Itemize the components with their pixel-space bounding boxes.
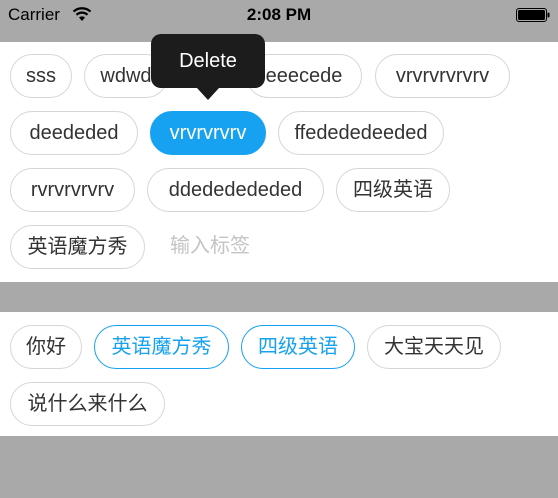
tag-sss[interactable]: sss bbox=[10, 54, 72, 98]
tag-vrvrvrvrvrv[interactable]: vrvrvrvrvrv bbox=[375, 54, 510, 98]
tag-input[interactable] bbox=[170, 224, 370, 268]
battery-icon bbox=[516, 8, 550, 22]
suggested-tag-shuo-shenme[interactable]: 说什么来什么 bbox=[10, 382, 165, 426]
tag-deededed[interactable]: deededed bbox=[10, 111, 138, 155]
suggested-tag-nihao[interactable]: 你好 bbox=[10, 325, 82, 369]
tag-editor-panel: sss wdwd eeecede vrvrvrvrvrv deededed vr… bbox=[0, 42, 558, 282]
tag-yingyu-mofangxiu[interactable]: 英语魔方秀 bbox=[10, 225, 145, 269]
suggested-tag-yingyu-mofangxiu[interactable]: 英语魔方秀 bbox=[94, 325, 229, 369]
status-bar: Carrier 2:08 PM bbox=[0, 0, 558, 32]
tooltip-arrow bbox=[197, 88, 219, 100]
tag-rvrvrvrvrv[interactable]: rvrvrvrvrv bbox=[10, 168, 135, 212]
tag-siji-yingyu[interactable]: 四级英语 bbox=[336, 168, 450, 212]
delete-tooltip-button[interactable]: Delete bbox=[151, 34, 265, 88]
status-time: 2:08 PM bbox=[246, 5, 312, 24]
suggested-tag-dabao-tiantianjian[interactable]: 大宝天天见 bbox=[367, 325, 501, 369]
suggested-tag-siji-yingyu[interactable]: 四级英语 bbox=[241, 325, 355, 369]
tag-ddededededed[interactable]: ddededededed bbox=[147, 168, 324, 212]
suggested-tags-panel: 你好 英语魔方秀 四级英语 大宝天天见 说什么来什么 bbox=[0, 312, 558, 436]
tag-ffedededeeded[interactable]: ffedededeeded bbox=[278, 111, 444, 155]
tag-vrvrvrvrv-selected[interactable]: vrvrvrvrv bbox=[150, 111, 266, 155]
